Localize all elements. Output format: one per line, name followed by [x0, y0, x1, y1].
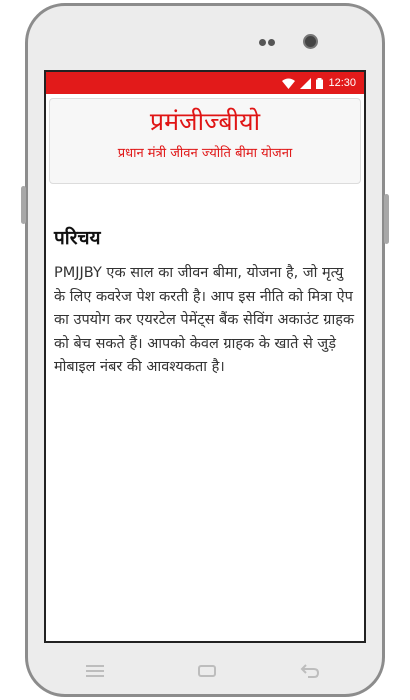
front-camera [303, 34, 318, 49]
signal-icon [300, 77, 312, 89]
intro-paragraph: PMJJBY एक साल का जीवन बीमा, योजना है, जो… [54, 265, 355, 375]
status-bar: 12:30 [46, 72, 364, 94]
power-button [384, 194, 389, 244]
phone-screen: 12:30 प्रमंजीज्बीयो प्रधान मंत्री जीवन ज… [44, 70, 366, 643]
app-title: प्रमंजीज्बीयो [149, 107, 261, 136]
app-subtitle: प्रधान मंत्री जीवन ज्योति बीमा योजना [117, 146, 293, 161]
nav-bar [0, 659, 410, 683]
back-icon[interactable] [300, 663, 320, 679]
status-time: 12:30 [328, 77, 356, 89]
wifi-icon [282, 78, 296, 89]
header-card: प्रमंजीज्बीयो प्रधान मंत्री जीवन ज्योति … [49, 98, 361, 184]
volume-button [21, 186, 26, 224]
section-title: परिचय [54, 227, 101, 249]
battery-icon [316, 77, 324, 89]
home-icon[interactable] [198, 664, 216, 678]
menu-icon[interactable] [86, 664, 104, 678]
sensor-dot [268, 39, 275, 46]
sensor-dot [259, 39, 266, 46]
